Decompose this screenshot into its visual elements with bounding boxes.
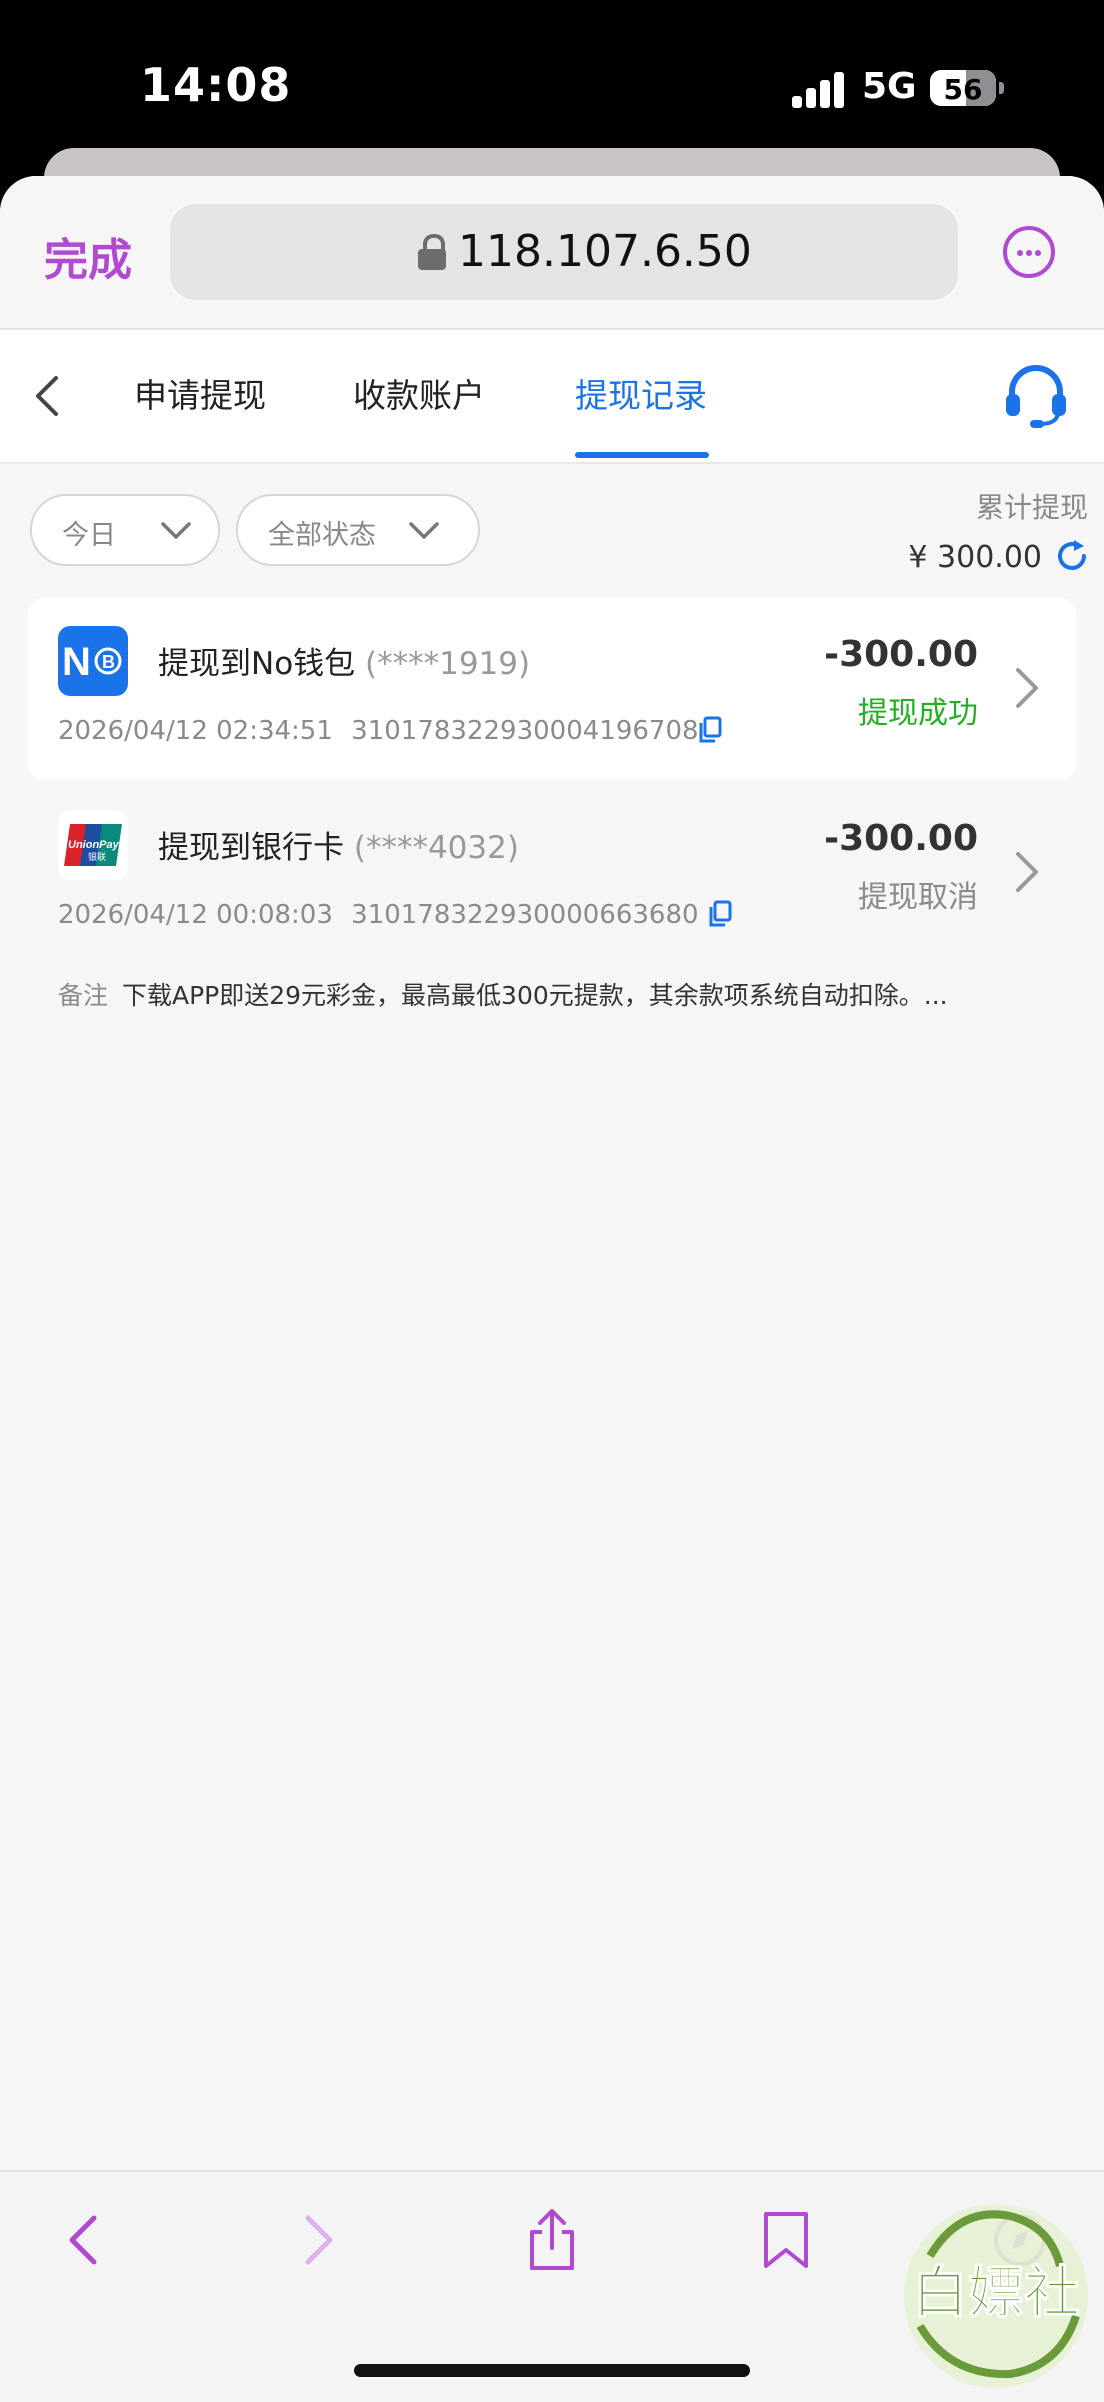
record-datetime: 2026/04/12 02:34:51 <box>58 716 333 746</box>
refresh-icon[interactable] <box>1054 538 1090 574</box>
record-amount: -300.00 <box>824 634 978 675</box>
date-filter-label: 今日 <box>62 520 116 551</box>
record-status: 提现取消 <box>858 880 978 915</box>
active-tab-indicator <box>575 452 709 458</box>
copy-icon[interactable] <box>708 900 732 928</box>
back-arrow-icon[interactable] <box>28 370 68 422</box>
record-note-text: 下载APP即送29元彩金，最高最低300元提款，其余款项系统自动扣除。... <box>121 981 948 1010</box>
status-bar: 14:08 5G 56 <box>0 0 1104 150</box>
status-time: 14:08 <box>140 58 292 112</box>
record-note-label: 备注 <box>58 981 109 1010</box>
battery-icon: 56 <box>930 70 996 106</box>
url-bar[interactable]: 118.107.6.50 <box>170 204 958 300</box>
chevron-right-icon <box>1016 852 1038 892</box>
headset-icon[interactable] <box>1000 360 1072 432</box>
signal-icon <box>792 72 846 108</box>
battery-tip <box>999 82 1004 94</box>
total-withdraw-value: ¥ 300.00 <box>908 540 1042 575</box>
chevron-down-icon <box>161 522 191 539</box>
watermark-text: 白嫖社 <box>912 2260 1080 2326</box>
tab-apply-withdraw[interactable]: 申请提现 <box>134 370 266 422</box>
record-masked-account: (****4032) <box>353 830 519 866</box>
url-text: 118.107.6.50 <box>458 226 752 277</box>
record-destination: 提现到No钱包 <box>158 646 356 682</box>
browser-sheet: 完成 118.107.6.50 申请提现 收款账户 提现记录 今日 全部状态 累… <box>0 176 1104 2400</box>
status-filter[interactable]: 全部状态 <box>236 494 480 566</box>
record-datetime: 2026/04/12 00:08:03 <box>58 900 333 930</box>
total-withdraw-label: 累计提现 <box>975 491 1088 524</box>
tab-withdraw-records[interactable]: 提现记录 <box>575 370 707 422</box>
forward-icon[interactable] <box>288 2208 348 2272</box>
svg-text:B: B <box>102 652 115 672</box>
record-meta: 2026/04/12 02:34:51 31017832293000419670… <box>58 716 699 746</box>
record-note: 备注 下载APP即送29元彩金，最高最低300元提款，其余款项系统自动扣除。..… <box>58 976 948 1012</box>
svg-text:N: N <box>62 640 91 684</box>
record-title: 提现到No钱包 (****1919) <box>158 638 530 683</box>
withdraw-record[interactable]: N B 提现到No钱包 (****1919) 2026/04/12 02:34:… <box>28 598 1076 780</box>
record-order-no: 310178322930004196708 <box>351 716 699 746</box>
copy-icon[interactable] <box>698 716 722 744</box>
share-icon[interactable] <box>522 2208 582 2272</box>
battery-level: 56 <box>943 73 983 106</box>
watermark-logo: 白嫖社 <box>904 2204 1088 2388</box>
record-order-no: 310178322930000663680 <box>351 900 699 930</box>
record-destination: 提现到银行卡 <box>158 830 344 866</box>
chevron-down-icon <box>409 522 439 539</box>
unionpay-logo: UnionPay 银联 <box>58 810 128 880</box>
svg-text:银联: 银联 <box>88 851 106 862</box>
app-nav: 申请提现 收款账户 提现记录 <box>0 330 1104 464</box>
record-masked-account: (****1919) <box>365 646 531 682</box>
svg-text:UnionPay: UnionPay <box>68 839 120 851</box>
status-filter-label: 全部状态 <box>268 520 376 551</box>
bookmark-icon[interactable] <box>756 2208 816 2272</box>
tab-payee-account[interactable]: 收款账户 <box>353 370 485 422</box>
record-title: 提现到银行卡 (****4032) <box>158 822 519 867</box>
date-filter[interactable]: 今日 <box>30 494 220 566</box>
browser-header: 完成 118.107.6.50 <box>0 176 1104 330</box>
back-icon[interactable] <box>54 2208 114 2272</box>
record-meta: 2026/04/12 00:08:03 31017832293000066368… <box>58 900 699 930</box>
withdraw-record[interactable]: UnionPay 银联 提现到银行卡 (****4032) 2026/04/12… <box>28 782 1076 1010</box>
record-amount: -300.00 <box>824 818 978 859</box>
nobank-wallet-logo: N B <box>58 626 128 696</box>
record-status: 提现成功 <box>858 696 978 731</box>
lock-icon <box>418 234 446 270</box>
more-options-button[interactable] <box>1003 226 1055 278</box>
home-indicator <box>354 2364 750 2377</box>
network-type: 5G <box>862 66 917 107</box>
done-button[interactable]: 完成 <box>44 224 132 288</box>
chevron-right-icon <box>1016 668 1038 708</box>
